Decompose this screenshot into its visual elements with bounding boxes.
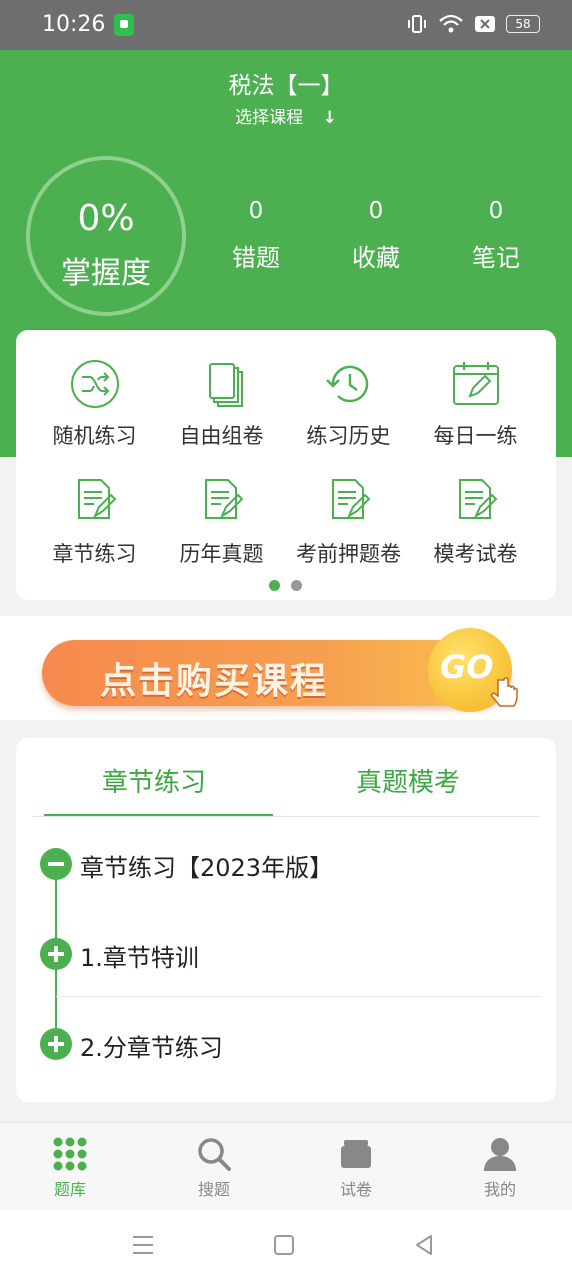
expand-icon[interactable] [40, 1028, 72, 1060]
papers-stack-icon [341, 1140, 371, 1168]
tab-indicator [44, 814, 273, 816]
stat-label: 收藏 [352, 244, 400, 272]
grid-item-chapter-practice[interactable]: 章节练习 [27, 476, 162, 568]
collapse-icon[interactable] [40, 848, 72, 880]
mastery-label: 掌握度 [61, 256, 151, 291]
vibrate-icon [408, 15, 426, 33]
grid-label: 章节练习 [52, 542, 137, 566]
home-icon[interactable] [273, 1234, 295, 1256]
chapter-item[interactable]: 2.分章节练习 [80, 1028, 223, 1063]
mastery-ring[interactable]: 0% 掌握度 [26, 156, 186, 316]
grid-label: 每日一练 [433, 424, 518, 448]
grid-label: 历年真题 [179, 542, 264, 566]
grid-label: 练习历史 [306, 424, 391, 448]
grid-label: 随机练习 [52, 424, 137, 448]
pager-dot[interactable] [291, 580, 302, 591]
search-icon [198, 1138, 231, 1171]
tab-past-mock[interactable]: 真题模考 [356, 762, 460, 799]
grid-label: 自由组卷 [179, 424, 264, 448]
pointer-hand-icon [490, 677, 518, 707]
stat-value: 0 [248, 198, 264, 224]
grid-item-random-practice[interactable]: 随机练习 [27, 358, 162, 450]
tab-divider [32, 816, 540, 817]
grid-item-daily-practice[interactable]: 每日一练 [408, 358, 543, 450]
chapter-item[interactable]: 1.章节特训 [80, 938, 199, 973]
select-course-button[interactable]: 选择课程 ↓ [0, 103, 572, 128]
grid-icon [53, 1137, 87, 1171]
wifi-icon [439, 14, 463, 33]
nav-label: 我的 [483, 1180, 516, 1199]
expand-icon[interactable] [40, 938, 72, 970]
stat-label: 笔记 [472, 244, 520, 272]
mastery-percent: 0% [77, 198, 135, 239]
grid-item-mock-exam[interactable]: 模考试卷 [408, 476, 543, 568]
grid-label: 考前押题卷 [296, 542, 401, 566]
shield-icon [114, 14, 134, 36]
sim-blocked-icon [475, 16, 495, 32]
battery-icon: 58 [506, 15, 540, 33]
nav-profile[interactable]: 我的 [460, 1136, 540, 1200]
tab-chapter-practice[interactable]: 章节练习 [102, 762, 206, 799]
clock: 10:26 [42, 12, 106, 37]
back-icon[interactable] [413, 1234, 435, 1256]
nav-label: 试卷 [339, 1180, 372, 1199]
status-bar: 10:26 58 [0, 0, 572, 50]
nav-papers[interactable]: 试卷 [316, 1136, 396, 1200]
course-header: 税法【一】 选择课程 ↓ [0, 50, 572, 140]
nav-label: 题库 [53, 1180, 86, 1199]
grid-label: 模考试卷 [433, 542, 518, 566]
banner-text: 点击购买课程 [100, 661, 329, 702]
nav-search-questions[interactable]: 搜题 [174, 1136, 254, 1200]
history-icon [325, 365, 368, 403]
stat-value: 0 [368, 198, 384, 224]
grid-item-past-exams[interactable]: 历年真题 [154, 476, 289, 568]
go-label: GO [440, 648, 494, 686]
stat-value: 0 [488, 198, 504, 224]
menu-icon[interactable] [132, 1234, 154, 1256]
stat-label: 错题 [232, 244, 280, 272]
function-grid: 随机练习 自由组卷 练习历史 每日一练 章节练习 历年真题 考前押题卷 模考试卷 [16, 330, 556, 600]
user-icon [484, 1138, 516, 1171]
pager-dot-active[interactable] [269, 580, 280, 591]
nav-label: 搜题 [197, 1180, 230, 1199]
system-nav-bar [0, 1210, 572, 1280]
shuffle-icon [70, 360, 119, 408]
calendar-edit-icon [452, 362, 499, 405]
stat-favorites[interactable]: 0 收藏 [316, 198, 436, 273]
chapter-group-title[interactable]: 章节练习【2023年版】 [80, 848, 333, 883]
nav-question-bank[interactable]: 题库 [30, 1136, 110, 1200]
row-divider [56, 996, 540, 997]
document-edit-icon [204, 479, 243, 519]
stat-wrong[interactable]: 0 错题 [196, 198, 316, 273]
document-edit-icon [458, 479, 497, 519]
document-edit-icon [331, 479, 370, 519]
select-course-label: 选择课程 [235, 108, 304, 128]
grid-item-practice-history[interactable]: 练习历史 [281, 358, 416, 450]
arrow-down-icon: ↓ [322, 108, 337, 128]
papers-icon [208, 363, 243, 407]
document-edit-icon [77, 479, 116, 519]
grid-item-free-paper[interactable]: 自由组卷 [154, 358, 289, 450]
course-title: 税法【一】 [228, 73, 344, 99]
stat-notes[interactable]: 0 笔记 [436, 198, 556, 273]
grid-item-pre-exam-paper[interactable]: 考前押题卷 [281, 476, 416, 568]
go-button[interactable]: GO [428, 628, 518, 712]
